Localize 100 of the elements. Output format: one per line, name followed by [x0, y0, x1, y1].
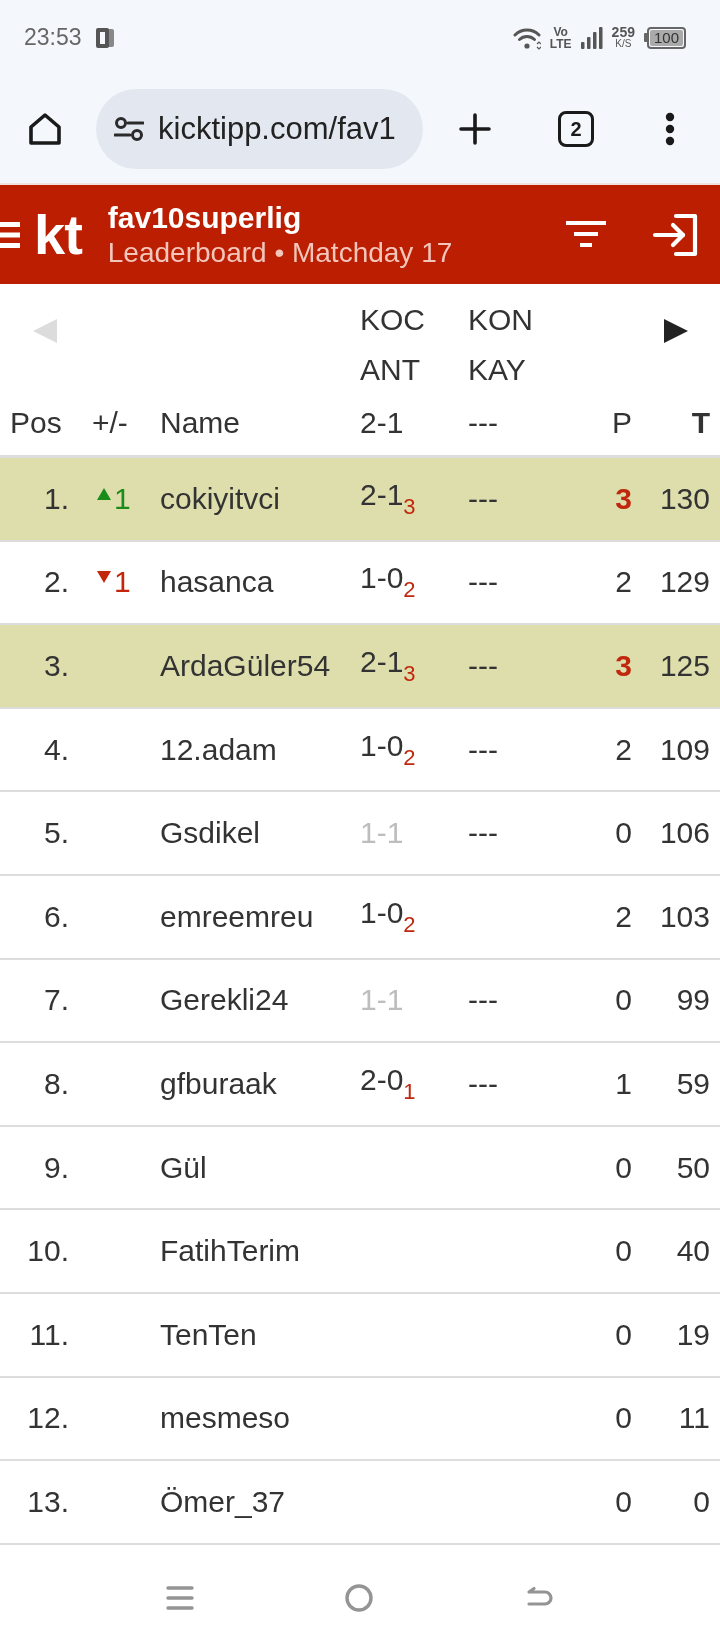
matchday-points: 0	[614, 1150, 633, 1185]
tab-count-button[interactable]: 2	[558, 111, 594, 147]
player-name: FatihTerim	[159, 1234, 302, 1269]
tip-score: 1-1	[360, 983, 404, 1017]
tip-points: 2	[403, 744, 416, 770]
home-circle-icon[interactable]	[345, 1584, 373, 1613]
column-header[interactable]: Name	[155, 395, 355, 451]
tip-score: 2-1	[360, 477, 404, 511]
total-points: 99	[675, 983, 711, 1018]
player-name: emreemreu	[159, 899, 315, 934]
total-points: 130	[658, 481, 711, 516]
tip-score: ---	[468, 816, 498, 850]
tip-points: 2	[403, 911, 416, 937]
tip-score: ---	[468, 983, 498, 1017]
rank-position: 2.	[42, 565, 70, 600]
total-points: 129	[658, 565, 711, 600]
player-name: gfburaak	[159, 1066, 278, 1101]
battery-indicator: 100	[643, 26, 686, 49]
rank-position: 5.	[42, 816, 70, 851]
player-name: hasanca	[159, 565, 275, 600]
total-points: 103	[658, 899, 711, 934]
home-icon[interactable]	[27, 111, 63, 147]
total-points: 59	[675, 1066, 711, 1101]
url-text: kicktipp.com/fav1	[158, 111, 396, 147]
match-result: 2-1	[360, 405, 404, 441]
total-points: 40	[675, 1234, 711, 1269]
matchday-points: 0	[614, 816, 633, 851]
player-name: cokiyitvci	[159, 481, 281, 516]
player-name: Gerekli24	[159, 983, 290, 1018]
matchday-points: 0	[614, 1317, 633, 1352]
column-header[interactable]: Pos	[0, 395, 78, 451]
total-points: 106	[658, 816, 711, 851]
rank-position: 13.	[26, 1484, 70, 1519]
login-icon[interactable]	[652, 212, 698, 257]
tip-score: 1-1	[360, 816, 404, 850]
data-speed-unit: K/S	[615, 37, 632, 50]
player-name: mesmeso	[159, 1401, 292, 1436]
address-bar[interactable]: kicktipp.com/fav1	[96, 89, 423, 169]
next-arrow-icon[interactable]	[664, 319, 688, 343]
filter-icon[interactable]	[566, 220, 606, 249]
total-points: 125	[658, 649, 711, 683]
tip-points: 3	[403, 493, 416, 519]
tip-score: ---	[468, 481, 498, 515]
matchday-points: 0	[614, 1401, 633, 1436]
rank-position: 9.	[42, 1150, 70, 1185]
matchday-points: 0	[614, 1484, 633, 1519]
column-header[interactable]: T	[691, 395, 720, 451]
tip-score: ---	[468, 1066, 498, 1100]
team-code: KAY	[468, 352, 526, 388]
player-name: 12.adam	[159, 732, 278, 767]
tip-score: ---	[468, 565, 498, 599]
tip-score: 1-0	[360, 728, 404, 762]
rank-position: 6.	[42, 899, 70, 934]
player-name: Gül	[159, 1150, 208, 1185]
tip-points: 1	[403, 1078, 416, 1104]
player-name: TenTen	[159, 1317, 258, 1352]
stacked-cards-icon	[95, 27, 114, 48]
player-name: ArdaGüler54	[159, 649, 332, 683]
rank-position: 3.	[42, 649, 70, 683]
tip-score: 2-1	[360, 645, 404, 678]
sliders-icon[interactable]	[114, 117, 144, 141]
menu-icon[interactable]	[0, 221, 20, 248]
total-points: 0	[692, 1484, 711, 1519]
rank-position: 1.	[42, 481, 70, 516]
matchday-points: 3	[614, 481, 633, 516]
tip-score: 1-0	[360, 895, 404, 929]
total-points: 109	[658, 732, 711, 767]
rank-change: 1	[114, 565, 131, 600]
group-title: fav10superlig	[107, 199, 303, 236]
column-header[interactable]: +/-	[78, 395, 155, 451]
matchday-points: 1	[614, 1066, 633, 1101]
matchday-points: 2	[614, 565, 633, 600]
data-speed-value: 259	[611, 25, 635, 38]
menu-icon[interactable]	[166, 1586, 194, 1611]
more-options-icon[interactable]	[665, 112, 675, 146]
tip-points: 2	[403, 577, 416, 603]
column-header[interactable]: P	[612, 395, 640, 451]
matchday-points: 0	[614, 1234, 633, 1269]
rank-position: 10.	[26, 1234, 70, 1269]
rank-position: 7.	[42, 983, 70, 1018]
tip-points: 3	[403, 661, 416, 686]
matchday-points: 3	[614, 649, 633, 683]
site-logo[interactable]: kt	[34, 206, 82, 263]
team-code: KON	[468, 302, 533, 338]
total-points: 19	[675, 1317, 711, 1352]
player-name: Gsdikel	[159, 816, 262, 851]
matchday-points: 2	[614, 732, 633, 767]
rank-position: 12.	[26, 1401, 70, 1436]
clock-time: 23:53	[24, 24, 82, 51]
tip-score: ---	[468, 732, 498, 766]
match-result: ---	[468, 405, 498, 441]
rank-position: 8.	[42, 1066, 70, 1101]
rank-position: 11.	[28, 1317, 70, 1352]
tip-score: 2-0	[360, 1062, 404, 1096]
new-tab-icon[interactable]	[459, 113, 491, 145]
tip-score: 1-0	[360, 561, 404, 595]
tip-score: ---	[468, 649, 498, 682]
team-code: KOC	[360, 302, 425, 338]
matchday-points: 2	[614, 899, 633, 934]
player-name: Ömer_37	[159, 1484, 287, 1519]
